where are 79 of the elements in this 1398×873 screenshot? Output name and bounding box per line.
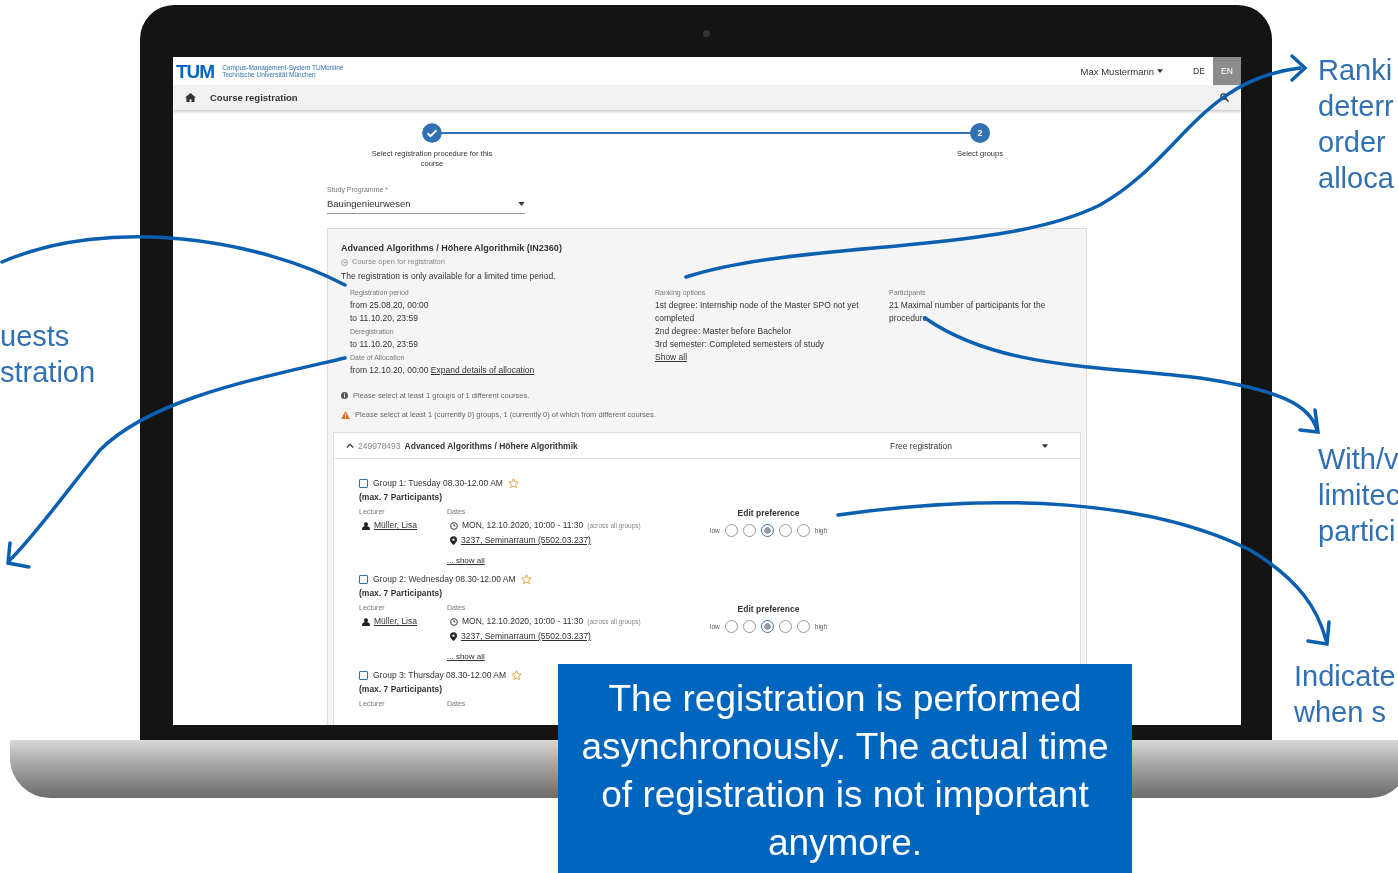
language-button[interactable]: DE — [1185, 57, 1213, 85]
star-icon[interactable] — [520, 573, 532, 585]
location-pin-icon — [450, 536, 457, 545]
annotation-text: With/v — [1318, 442, 1398, 477]
preference-radio[interactable] — [796, 524, 810, 537]
preference-radio[interactable] — [724, 524, 738, 537]
annotation-text: alloca — [1318, 161, 1394, 196]
notice-text: The registration is only available for a limited time period. — [341, 270, 557, 283]
preference-radio[interactable] — [778, 524, 792, 537]
preference-radio[interactable] — [760, 620, 774, 633]
registration-mode-select[interactable]: Free registration — [890, 440, 1048, 451]
detail-value: to 11.10.20, 23:59 — [350, 312, 418, 325]
user-icon — [362, 617, 370, 626]
user-menu[interactable]: Max Mustermann — [1080, 65, 1163, 77]
show-all-link[interactable]: ... show all — [447, 651, 485, 663]
group-date: MON, 12.10.2020, 10:00 - 11:30 — [462, 615, 584, 628]
caret-icon — [1042, 443, 1048, 448]
annotation-text: Ranki — [1318, 53, 1394, 88]
clock-icon — [450, 617, 458, 626]
show-all-link[interactable]: ... show all — [447, 555, 485, 567]
preference-radio[interactable] — [778, 620, 792, 633]
ranking-option: 2nd degree: Master before Bachelor — [655, 325, 792, 338]
detail-value: from 25.08.20, 00:00 — [350, 299, 429, 312]
annotation-text: stration — [0, 355, 96, 390]
lecturer-link[interactable]: Müller, Lisa — [374, 518, 417, 533]
group-title: Group 2: Wednesday 08.30-12.00 AM — [373, 573, 516, 586]
info-icon — [341, 392, 348, 399]
annotation-text: partici — [1318, 514, 1397, 549]
group-capacity: (max. 7 Participants) — [359, 491, 444, 504]
step-number: 2 — [970, 123, 990, 143]
clock-icon — [450, 521, 458, 530]
preference-radio[interactable] — [760, 524, 774, 537]
preference-radio[interactable] — [724, 620, 738, 633]
annotation-text: order — [1318, 125, 1387, 160]
course-title: Advanced Algorithms / Höhere Algorithmik (IN2360) — [341, 242, 563, 255]
location-pin-icon — [450, 632, 457, 641]
ranking-option: 1st degree: Internship node of the Master SPO not yet completed — [655, 299, 889, 325]
lecturer-link[interactable]: Müller, Lisa — [374, 614, 417, 629]
preference-radio[interactable] — [796, 620, 810, 633]
group-checkbox[interactable] — [359, 574, 368, 584]
annotation-text: when s — [1294, 695, 1387, 730]
page-title: Course registration — [210, 92, 298, 103]
preference-radio[interactable] — [742, 524, 756, 537]
group-date: MON, 12.10.2020, 10:00 - 11:30 — [462, 519, 584, 532]
preference-label: Edit preference — [737, 507, 800, 520]
ranking-option: 3rd semester: Completed semesters of study — [655, 338, 825, 351]
group-title: Group 1: Tuesday 08.30-12.00 AM — [373, 477, 503, 490]
group-capacity: (max. 7 Participants) — [359, 683, 444, 696]
show-all-link[interactable]: Show all — [655, 351, 688, 364]
group-checkbox[interactable] — [359, 478, 368, 488]
detail-value: to 11.10.20, 23:59 — [350, 338, 418, 351]
group-capacity: (max. 7 Participants) — [359, 587, 444, 600]
detail-value: from 12.10.20, 00:00 — [350, 365, 429, 375]
callout-text: The registration is performed asynchronously. The actual time of registration is not important anymore. — [558, 664, 1132, 873]
course-number: 249978493 — [358, 440, 401, 451]
preference-radio[interactable] — [742, 620, 756, 633]
camera-dot — [703, 30, 710, 37]
room-link[interactable]: 3237, Seminarraum (5502.03.237) — [461, 629, 591, 644]
annotation-text: Indicate — [1294, 659, 1396, 694]
home-icon[interactable] — [185, 93, 196, 102]
warning-icon — [341, 410, 350, 419]
open-status-icon — [341, 258, 348, 266]
room-link[interactable]: 3237, Seminarraum (5502.03.237) — [461, 533, 591, 548]
user-icon — [362, 521, 370, 530]
annotation-text: uests — [0, 319, 71, 354]
star-icon[interactable] — [511, 669, 523, 681]
logo[interactable]: TUM — [176, 61, 215, 81]
preference-label: Edit preference — [737, 603, 800, 616]
group-title: Group 3: Thursday 08.30-12.00 AM — [373, 669, 507, 682]
caret-icon — [518, 201, 525, 206]
course-name: Advanced Algorithms / Höhere Algorithmik — [404, 440, 578, 451]
annotation-text: deterr — [1318, 89, 1394, 124]
group-checkbox[interactable] — [359, 670, 368, 680]
chevron-up-icon[interactable] — [346, 443, 354, 448]
caret-icon — [1157, 69, 1163, 73]
study-programme-select[interactable]: Bauingenieurwesen — [327, 196, 525, 214]
expand-link[interactable]: Expand details of allocation — [430, 365, 535, 375]
search-icon[interactable] — [1220, 93, 1229, 102]
star-icon[interactable] — [507, 477, 519, 489]
